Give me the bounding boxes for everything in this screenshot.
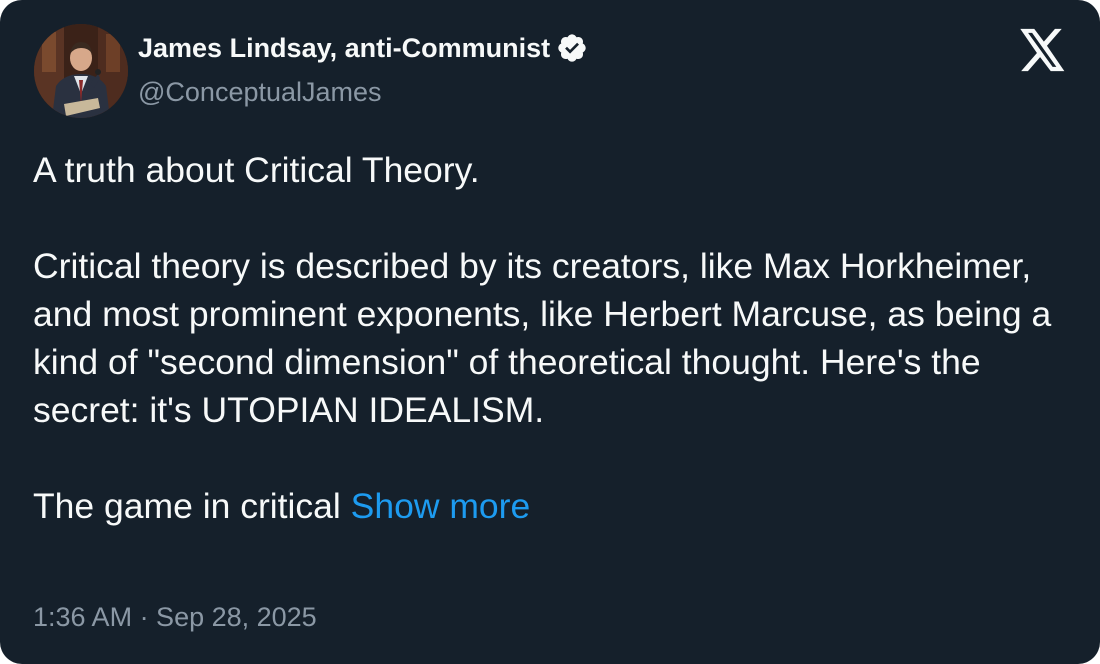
author-name[interactable]: James Lindsay, anti-Communist: [138, 33, 550, 64]
avatar-photo: [34, 24, 128, 118]
author-handle[interactable]: @ConceptualJames: [138, 77, 382, 108]
author-name-row[interactable]: James Lindsay, anti-Communist: [138, 32, 588, 64]
tweet-paragraph: A truth about Critical Theory.: [33, 150, 480, 190]
author-avatar[interactable]: [34, 24, 128, 118]
x-logo-icon[interactable]: [1020, 28, 1066, 72]
tweet-card: James Lindsay, anti-Communist @Conceptua…: [0, 0, 1100, 664]
show-more-link[interactable]: Show more: [351, 486, 531, 526]
tweet-body: A truth about Critical Theory. Critical …: [33, 146, 1063, 530]
tweet-paragraph-text: The game in critical: [33, 486, 351, 526]
tweet-timestamp[interactable]: 1:36 AM · Sep 28, 2025: [33, 602, 317, 633]
tweet-paragraph-truncated: The game in critical Show more: [33, 482, 1063, 530]
verified-badge-icon: [558, 34, 586, 62]
tweet-paragraph: Critical theory is described by its crea…: [33, 246, 1062, 430]
